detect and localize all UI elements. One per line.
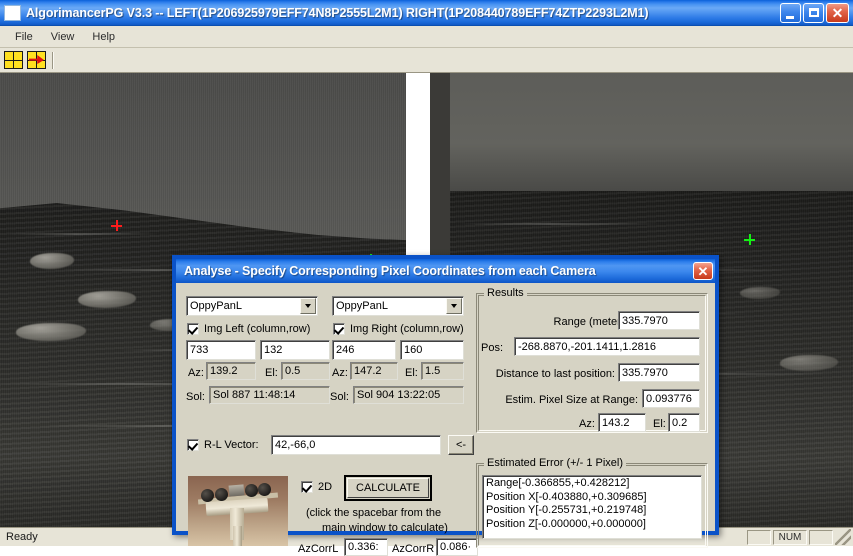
pos-label: Pos: (481, 342, 504, 354)
calculate-hint-line1: (click the spacebar from the (306, 507, 442, 519)
twod-checkbox[interactable]: 2D (301, 481, 332, 493)
range-value: 335.7970 (618, 311, 700, 330)
result-az-label: Az: (579, 418, 595, 430)
chevron-down-icon[interactable] (446, 298, 462, 314)
chevron-down-icon[interactable] (300, 298, 316, 314)
dialog-title-bar: Analyse - Specify Corresponding Pixel Co… (176, 259, 715, 283)
grid-arrow-icon[interactable] (27, 51, 46, 69)
azcorrl-label: AzCorrL (298, 543, 339, 555)
error-line: Position X[-0.403880,+0.309685] (486, 490, 647, 503)
left-sol-label: Sol: (186, 391, 205, 403)
thumb-camera-lens (215, 487, 228, 501)
left-column-input[interactable]: 733 (186, 340, 256, 360)
close-button[interactable]: ✕ (826, 2, 849, 23)
pixel-size-label: Estim. Pixel Size at Range: (505, 394, 638, 406)
right-el-label: El: (405, 367, 418, 379)
azcorrr-label: AzCorrR (392, 543, 435, 555)
right-sol-label: Sol: (330, 391, 349, 403)
left-az-value: 139.2 (206, 362, 256, 380)
right-camera-value: OppyPanL (336, 300, 388, 312)
calculate-button-label: CALCULATE (356, 482, 420, 494)
rl-vector-input[interactable]: 42,-66,0 (271, 435, 441, 455)
status-indicator-caps (747, 529, 771, 545)
rl-vector-checkbox[interactable]: R-L Vector: (187, 439, 259, 451)
status-indicator-num: NUM (773, 529, 807, 545)
right-row-input[interactable]: 160 (400, 340, 464, 360)
window-title: AlgorimancerPG V3.3 -- LEFT(1P206925979E… (26, 5, 649, 20)
checkbox-icon[interactable] (187, 439, 199, 451)
calculate-hint-line2: main window to calculate) (322, 522, 448, 534)
range-label: Range (meters): (553, 316, 633, 328)
estimated-error-group-title: Estimated Error (+/- 1 Pixel) (484, 457, 627, 469)
left-camera-value: OppyPanL (190, 300, 242, 312)
close-icon: ✕ (831, 4, 844, 21)
menu-item-file[interactable]: File (6, 29, 42, 45)
maximize-button[interactable] (803, 2, 824, 23)
left-az-label: Az: (188, 367, 204, 379)
result-az-value: 143.2 (598, 413, 646, 432)
results-group-title: Results (484, 287, 527, 299)
thumb-instrument-box (228, 484, 245, 497)
pixel-size-value: 0.093776 (642, 389, 700, 408)
left-row-input[interactable]: 132 (260, 340, 330, 360)
result-el-label: El: (653, 418, 666, 430)
distance-value: 335.7970 (618, 363, 700, 382)
error-line: Range[-0.366855,+0.428212] (486, 477, 630, 489)
right-az-value: 147.2 (350, 362, 398, 380)
grid-icon[interactable] (4, 51, 23, 69)
status-indicator-scrl (809, 529, 833, 545)
analyse-dialog: Analyse - Specify Corresponding Pixel Co… (172, 255, 719, 556)
img-right-checkbox-label: Img Right (column,row) (350, 323, 464, 335)
error-line: Position Y[-0.255731,+0.219748] (486, 504, 647, 516)
twod-label: 2D (318, 481, 333, 493)
rl-vector-apply-button[interactable]: <- (448, 435, 474, 455)
left-el-label: El: (265, 367, 278, 379)
error-line: Position Z[-0.000000,+0.000000] (486, 517, 646, 530)
estimated-error-list: Range[-0.366855,+0.428212] Position X[-0… (482, 475, 702, 539)
right-az-label: Az: (332, 367, 348, 379)
rover-camera-thumbnail (188, 476, 288, 546)
img-left-checkbox-label: Img Left (column,row) (204, 323, 311, 335)
title-bar: AlgorimancerPG V3.3 -- LEFT(1P206925979E… (0, 0, 853, 26)
dialog-body: OppyPanL Img Left (column,row) 733 132 A… (176, 283, 715, 556)
thumb-camera-lens (258, 483, 271, 496)
img-right-checkbox[interactable]: Img Right (column,row) (333, 323, 464, 335)
checkbox-icon[interactable] (301, 481, 313, 493)
right-camera-select[interactable]: OppyPanL (332, 296, 464, 316)
menu-item-view[interactable]: View (42, 29, 84, 45)
img-left-checkbox[interactable]: Img Left (column,row) (187, 323, 310, 335)
pos-value: -268.8870,-201.1411,1.2816 (514, 337, 700, 356)
result-el-value: 0.2 (668, 413, 700, 432)
right-column-input[interactable]: 246 (332, 340, 396, 360)
checkbox-icon[interactable] (333, 323, 345, 335)
azcorrr-input[interactable]: 0.086· (436, 538, 478, 556)
window-controls: ✕ (780, 2, 851, 23)
terrain-streak (8, 233, 158, 235)
right-horizon (450, 73, 853, 192)
calculate-button[interactable]: CALCULATE (344, 475, 432, 501)
azcorrl-input[interactable]: 0.336: (344, 538, 388, 556)
right-el-value: 1.5 (421, 362, 464, 380)
left-sol-value: Sol 887 11:48:14 (209, 386, 330, 404)
menu-item-help[interactable]: Help (83, 29, 124, 45)
checkbox-icon[interactable] (187, 323, 199, 335)
dialog-close-button[interactable]: ✕ (693, 262, 713, 280)
right-sol-value: Sol 904 13:22:05 (353, 386, 464, 404)
dialog-title: Analyse - Specify Corresponding Pixel Co… (184, 264, 596, 278)
menu-bar: File View Help (0, 26, 853, 48)
minimize-button[interactable] (780, 2, 801, 23)
app-icon (4, 4, 21, 21)
thumb-mast-neck (233, 526, 242, 546)
toolbar (0, 48, 853, 73)
left-camera-select[interactable]: OppyPanL (186, 296, 318, 316)
distance-label: Distance to last position: (495, 368, 615, 380)
terrain-streak (460, 223, 660, 225)
resize-grip-icon[interactable] (835, 529, 851, 545)
toolbar-separator (52, 51, 54, 69)
rl-vector-label: R-L Vector: (204, 439, 259, 451)
left-el-value: 0.5 (281, 362, 330, 380)
